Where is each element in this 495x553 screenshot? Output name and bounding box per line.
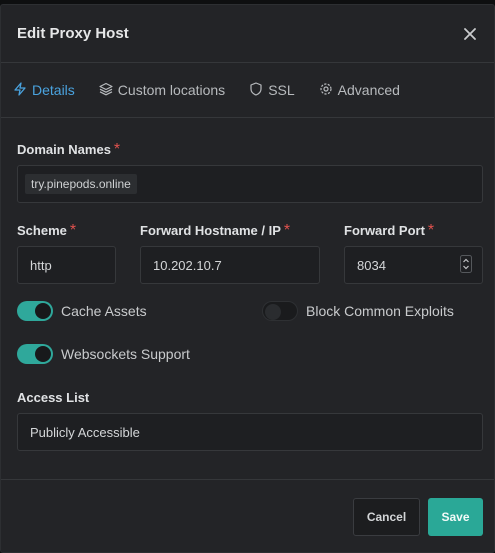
domain-names-input[interactable]: try.pinepods.online bbox=[17, 165, 483, 203]
websockets-label: Websockets Support bbox=[61, 346, 190, 362]
forward-hostname-label: Forward Hostname / IP bbox=[140, 223, 281, 238]
cache-assets-toggle[interactable]: Cache Assets bbox=[17, 301, 147, 321]
tab-ssl-label: SSL bbox=[268, 82, 295, 98]
cache-assets-label: Cache Assets bbox=[61, 303, 147, 319]
websockets-toggle[interactable]: Websockets Support bbox=[17, 344, 190, 364]
block-exploits-toggle[interactable]: Block Common Exploits bbox=[262, 301, 454, 321]
scheme-value: http bbox=[30, 257, 52, 273]
scheme-label: Scheme bbox=[17, 223, 67, 238]
edit-proxy-host-dialog: Edit Proxy Host Details Custom locations… bbox=[0, 4, 495, 553]
spinner-arrows-icon[interactable] bbox=[460, 254, 472, 276]
close-icon[interactable] bbox=[462, 26, 478, 42]
save-button[interactable]: Save bbox=[428, 498, 483, 536]
access-list-select[interactable]: Publicly Accessible bbox=[17, 413, 483, 451]
access-list-value: Publicly Accessible bbox=[30, 424, 140, 440]
gear-icon bbox=[319, 82, 333, 99]
block-exploits-label: Block Common Exploits bbox=[306, 303, 454, 319]
access-list-label: Access List bbox=[17, 390, 90, 405]
tab-advanced[interactable]: Advanced bbox=[319, 63, 400, 117]
forward-hostname-value: 10.202.10.7 bbox=[153, 257, 222, 273]
cancel-button[interactable]: Cancel bbox=[353, 498, 420, 536]
forward-hostname-input[interactable]: 10.202.10.7 bbox=[140, 246, 320, 284]
tab-details[interactable]: Details bbox=[13, 63, 75, 117]
dialog-header: Edit Proxy Host bbox=[1, 5, 494, 62]
forward-port-value: 8034 bbox=[357, 257, 386, 273]
tab-custom-locations[interactable]: Custom locations bbox=[99, 63, 225, 117]
cache-assets-switch[interactable] bbox=[17, 301, 53, 321]
domain-tag[interactable]: try.pinepods.online bbox=[25, 174, 137, 194]
block-exploits-switch[interactable] bbox=[262, 301, 298, 321]
lightning-icon bbox=[13, 81, 27, 99]
tab-details-label: Details bbox=[32, 82, 75, 98]
required-mark: * bbox=[283, 222, 291, 239]
tab-custom-locations-label: Custom locations bbox=[117, 82, 226, 98]
tab-advanced-label: Advanced bbox=[337, 82, 400, 98]
required-mark: * bbox=[69, 222, 77, 239]
websockets-switch[interactable] bbox=[17, 344, 53, 364]
required-mark: * bbox=[427, 222, 435, 239]
dialog-footer: Cancel Save bbox=[1, 479, 494, 552]
required-mark: * bbox=[113, 141, 121, 158]
forward-port-label: Forward Port bbox=[344, 223, 425, 238]
scheme-input[interactable]: http bbox=[17, 246, 116, 284]
tab-ssl[interactable]: SSL bbox=[249, 63, 295, 117]
forward-port-input[interactable]: 8034 bbox=[344, 246, 483, 284]
dialog-title: Edit Proxy Host bbox=[17, 25, 129, 42]
domain-names-label: Domain Names bbox=[17, 142, 111, 157]
layers-icon bbox=[99, 82, 113, 99]
shield-icon bbox=[249, 81, 263, 99]
tab-bar: Details Custom locations SSL Advanced bbox=[1, 62, 494, 118]
